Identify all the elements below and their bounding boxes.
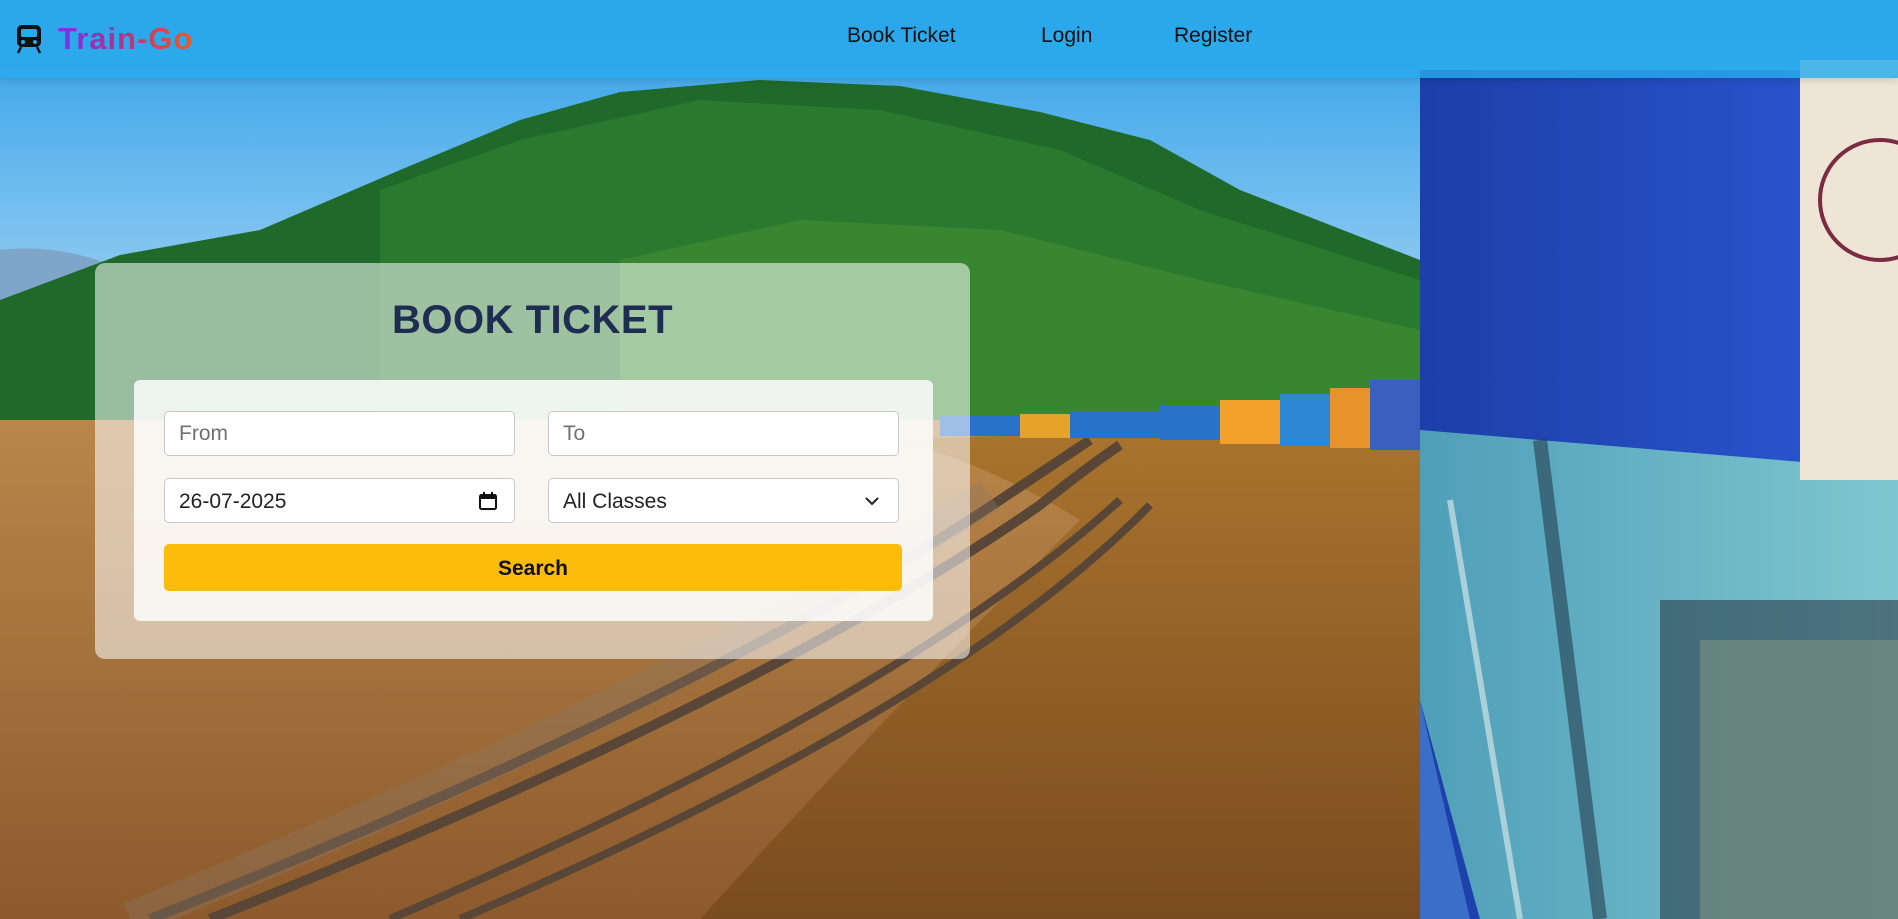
from-field[interactable]: [164, 411, 515, 456]
train-icon: [14, 24, 44, 54]
date-value: 26-07-2025: [179, 490, 287, 513]
nav-book-ticket[interactable]: Book Ticket: [847, 24, 956, 48]
brand-name: Train-Go: [58, 21, 194, 56]
date-field[interactable]: 26-07-2025: [164, 478, 515, 523]
brand-logo[interactable]: Train-Go: [14, 18, 193, 60]
class-select[interactable]: All Classes: [548, 478, 899, 523]
search-button[interactable]: Search: [164, 544, 902, 591]
navbar: Train-Go Book Ticket Login Register: [0, 0, 1898, 78]
page: Train-Go Book Ticket Login Register BOOK…: [0, 0, 1898, 919]
calendar-icon[interactable]: [478, 491, 498, 511]
chevron-down-icon: [862, 491, 882, 511]
class-select-value: All Classes: [563, 490, 667, 513]
nav-register[interactable]: Register: [1174, 24, 1252, 48]
from-input[interactable]: [165, 412, 514, 455]
booking-title: BOOK TICKET: [391, 298, 674, 342]
nav-login[interactable]: Login: [1041, 24, 1092, 48]
to-input[interactable]: [549, 412, 898, 455]
to-field[interactable]: [548, 411, 899, 456]
